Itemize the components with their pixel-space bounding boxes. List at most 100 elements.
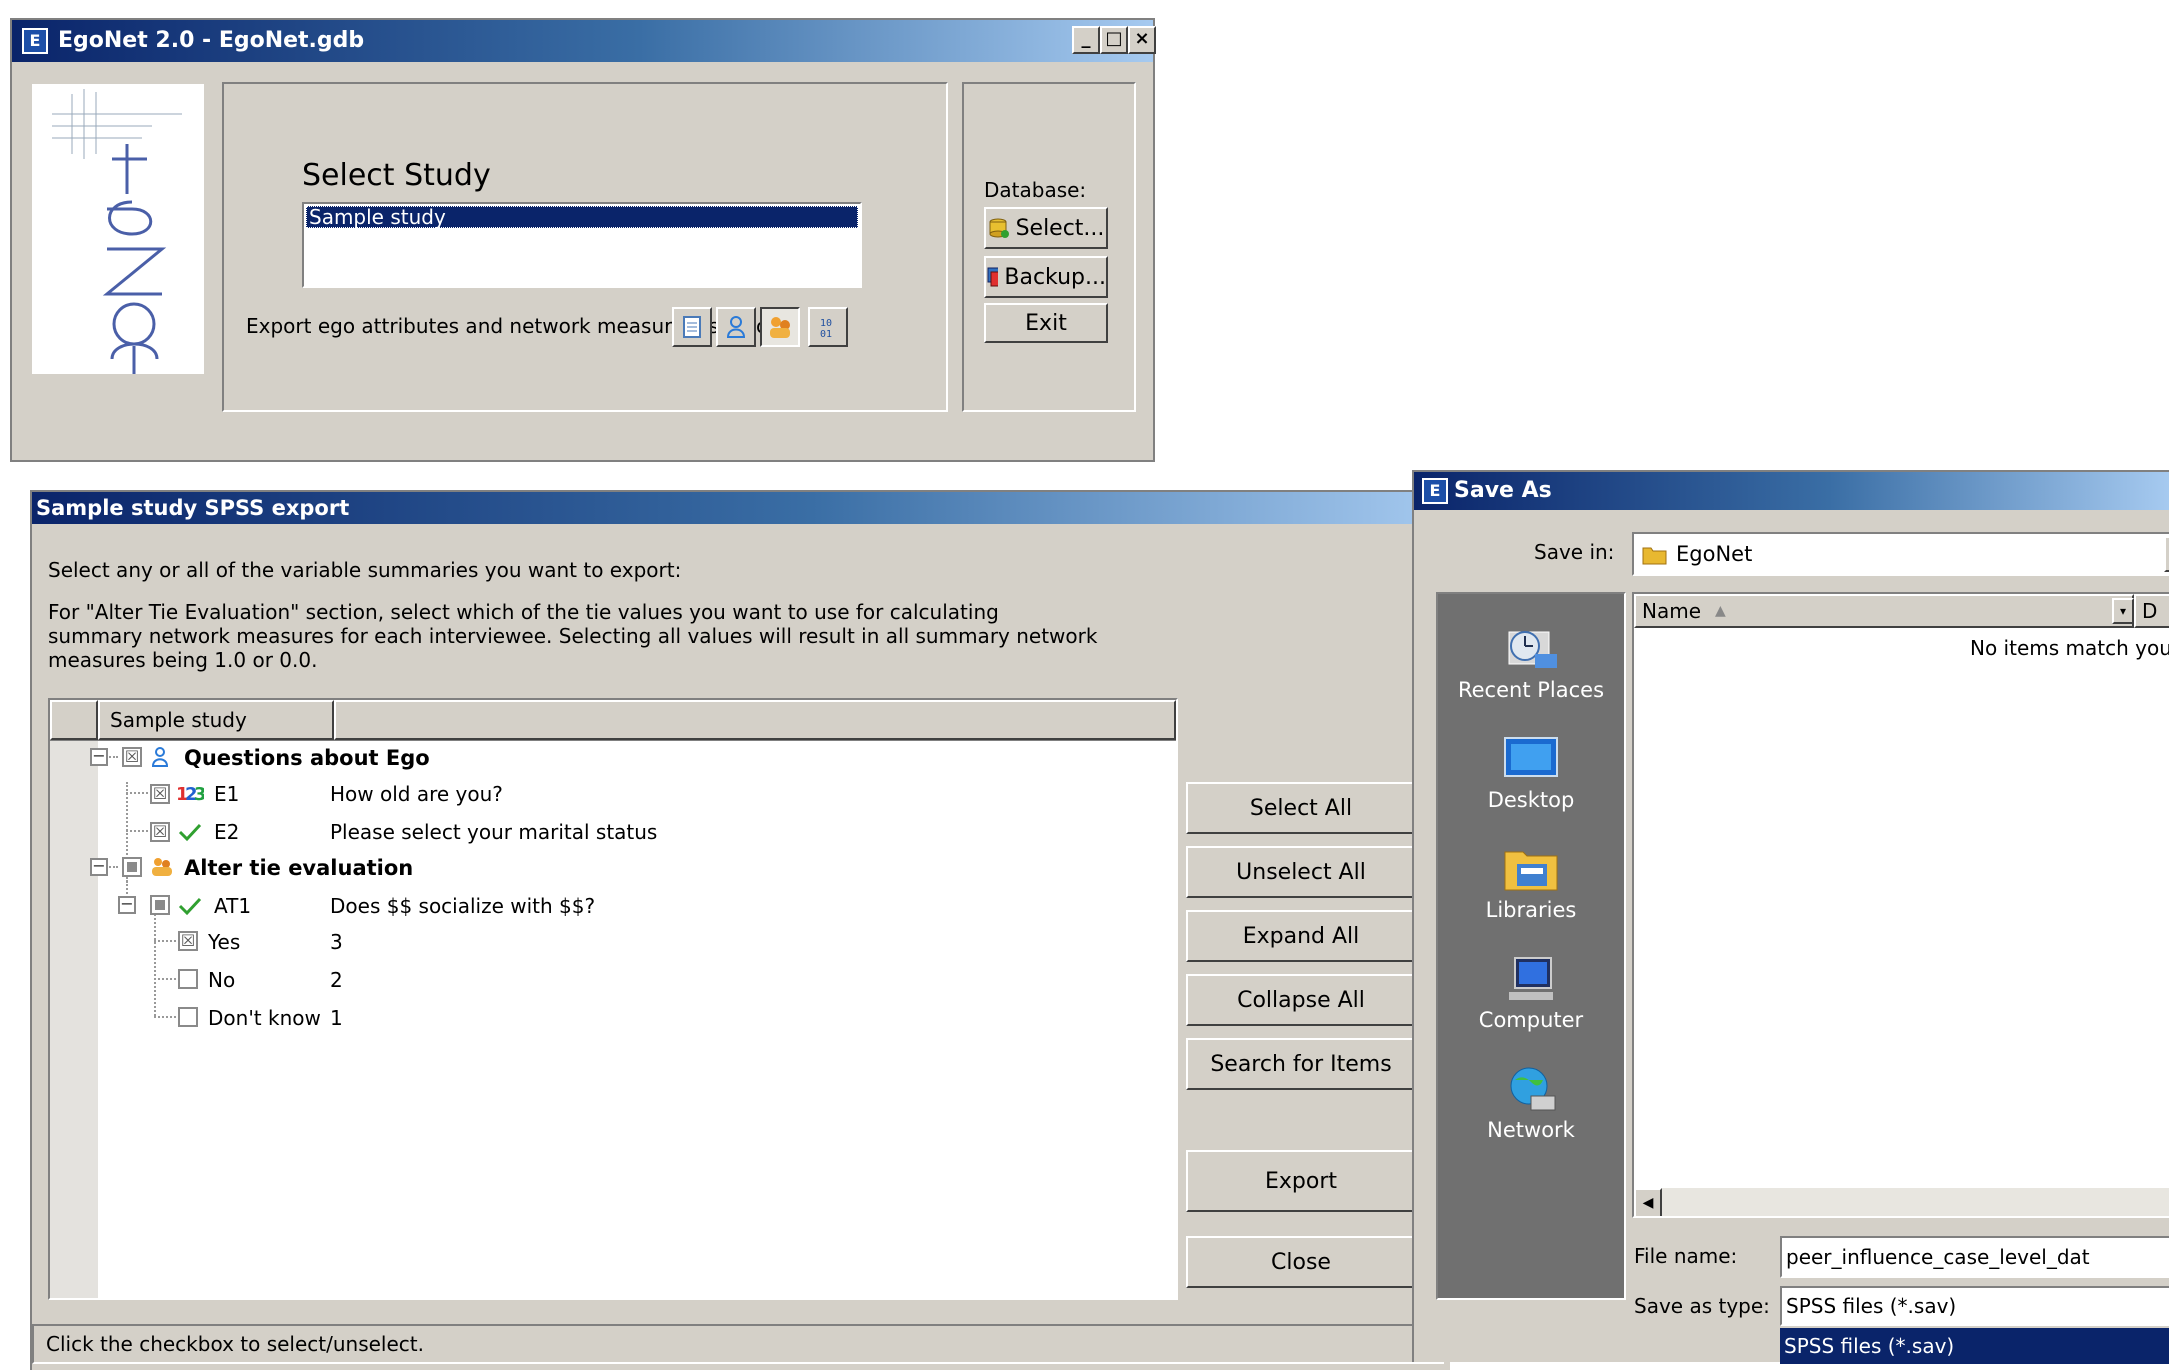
backup-button[interactable]: Backup... — [984, 256, 1108, 298]
save-type-option[interactable]: SPSS files (*.sav) — [1780, 1328, 2169, 1364]
tree-connector — [154, 978, 176, 980]
tree-connector — [126, 830, 148, 832]
tree-checkbox[interactable] — [150, 895, 170, 915]
empty-message: No items match you — [1970, 636, 2169, 660]
status-bar: Click the checkbox to select/unselect. — [32, 1324, 1444, 1364]
tree-group-label: Alter tie evaluation — [184, 856, 414, 880]
scroll-left-button[interactable]: ◀ — [1634, 1188, 1662, 1216]
unselect-all-button[interactable]: Unselect All — [1186, 846, 1416, 898]
instruction-text-2a: For "Alter Tie Evaluation" section, sele… — [48, 600, 999, 624]
svg-text:01: 01 — [820, 329, 832, 339]
tree-gutter — [50, 700, 98, 1298]
place-label: Recent Places — [1457, 678, 1605, 702]
save-in-dropdown-arrow[interactable]: ▾ — [2164, 536, 2169, 572]
egonet-logo — [32, 84, 204, 374]
collapse-all-button[interactable]: Collapse All — [1186, 974, 1416, 1026]
study-list-item[interactable]: Sample study — [306, 206, 858, 228]
save-as-dialog: E Save As Save in: EgoNet ▾ Recent Place… — [1412, 470, 2169, 1364]
column-header-name[interactable]: Name ▲ — [1634, 594, 2134, 628]
instruction-text-2c: measures being 1.0 or 0.0. — [48, 648, 318, 672]
collapse-toggle[interactable]: − — [90, 748, 108, 766]
tree-checkbox[interactable]: ☒ — [178, 931, 198, 951]
place-label: Network — [1487, 1118, 1575, 1142]
study-listbox[interactable]: Sample study — [302, 202, 862, 288]
collapse-toggle[interactable]: − — [118, 896, 136, 914]
computer-icon — [1509, 957, 1553, 1000]
column-header-d[interactable]: D — [2134, 594, 2169, 628]
recent-places-icon — [1508, 631, 1557, 668]
export-binary-button[interactable]: 10 01 — [808, 307, 848, 347]
select-study-heading: Select Study — [302, 158, 491, 193]
export-button[interactable]: Export — [1186, 1150, 1416, 1212]
tree-item-id: E2 — [214, 820, 240, 844]
exit-button[interactable]: Exit — [984, 303, 1108, 343]
place-desktop[interactable]: Desktop — [1456, 734, 1606, 824]
tree-checkbox[interactable] — [122, 857, 142, 877]
horizontal-scrollbar[interactable]: ◀ — [1634, 1188, 2169, 1216]
tree-checkbox[interactable] — [178, 1007, 198, 1027]
place-recent[interactable]: Recent Places — [1456, 624, 1606, 714]
libraries-icon — [1504, 851, 1558, 891]
place-label: Desktop — [1487, 788, 1575, 812]
main-titlebar[interactable]: E EgoNet 2.0 - EgoNet.gdb _ □ × — [12, 20, 1156, 62]
column-header-dropdown[interactable]: ▾ — [2112, 598, 2134, 624]
file-name-input[interactable]: peer_influence_case_level_dat — [1780, 1236, 2169, 1278]
network-icon — [1510, 1067, 1556, 1111]
save-as-app-icon: E — [1422, 478, 1448, 504]
backup-icon — [987, 267, 999, 287]
place-label: Computer — [1478, 1008, 1584, 1032]
document-icon — [683, 316, 701, 338]
export-document-button[interactable] — [672, 307, 712, 347]
save-as-titlebar[interactable]: E Save As — [1414, 472, 2169, 510]
maximize-button[interactable]: □ — [1100, 26, 1128, 54]
spss-export-dialog: Sample study SPSS export Select any or a… — [30, 490, 1450, 1370]
binary-icon: 1001 — [820, 318, 832, 339]
save-in-dropdown[interactable]: EgoNet ▾ — [1632, 532, 2169, 576]
close-window-button[interactable]: × — [1128, 26, 1156, 54]
tree-group-label: Questions about Ego — [184, 746, 430, 770]
tree-connector — [154, 1016, 176, 1018]
save-as-title: Save As — [1454, 478, 1552, 503]
file-name-value: peer_influence_case_level_dat — [1786, 1245, 2090, 1269]
save-type-label: Save as type: — [1634, 1294, 1770, 1318]
egonet-app-icon: E — [22, 28, 48, 54]
variable-tree[interactable]: Sample study − ☒ Questions about Ego ☒ 1… — [48, 698, 1178, 1300]
save-in-label: Save in: — [1534, 540, 1615, 564]
tree-checkbox[interactable]: ☒ — [122, 747, 142, 767]
select-database-button[interactable]: Select... — [984, 207, 1108, 249]
main-window-title: EgoNet 2.0 - EgoNet.gdb — [58, 28, 365, 53]
tree-checkbox[interactable]: ☒ — [150, 822, 170, 842]
export-alters-button[interactable] — [760, 307, 800, 347]
collapse-toggle[interactable]: − — [90, 858, 108, 876]
places-bar: Recent Places Desktop Libraries Computer… — [1436, 592, 1626, 1300]
file-list[interactable]: Name ▲ ▾ D No items match you ◀ — [1632, 592, 2169, 1218]
place-libraries[interactable]: Libraries — [1456, 844, 1606, 934]
person-icon — [151, 747, 169, 767]
select-all-button[interactable]: Select All — [1186, 782, 1416, 834]
tree-connector — [126, 792, 148, 794]
spss-export-titlebar[interactable]: Sample study SPSS export — [32, 492, 1450, 524]
tree-connector — [154, 910, 156, 1016]
expand-all-button[interactable]: Expand All — [1186, 910, 1416, 962]
tree-item-id: Don't know — [208, 1006, 321, 1030]
place-computer[interactable]: Computer — [1456, 954, 1606, 1044]
person-icon — [726, 316, 746, 338]
search-items-button[interactable]: Search for Items — [1186, 1038, 1416, 1090]
close-button[interactable]: Close — [1186, 1236, 1416, 1288]
group-icon — [770, 317, 790, 338]
tree-header-value[interactable] — [334, 700, 1176, 740]
tree-header-name[interactable]: Sample study — [98, 700, 334, 740]
tree-item-value: 1 — [330, 1006, 343, 1030]
number-icon: 123 — [176, 784, 204, 804]
database-label: Database: — [984, 178, 1087, 202]
save-type-select[interactable]: SPSS files (*.sav) — [1780, 1286, 2169, 1326]
tree-checkbox[interactable]: ☒ — [150, 784, 170, 804]
tree-checkbox[interactable] — [178, 969, 198, 989]
tree-connector — [154, 940, 176, 942]
save-type-value: SPSS files (*.sav) — [1786, 1294, 1957, 1318]
minimize-button[interactable]: _ — [1072, 26, 1100, 54]
tree-item-value: 2 — [330, 968, 343, 992]
place-network[interactable]: Network — [1456, 1064, 1606, 1154]
tree-item-value: Please select your marital status — [330, 820, 658, 844]
export-ego-button[interactable] — [716, 307, 756, 347]
